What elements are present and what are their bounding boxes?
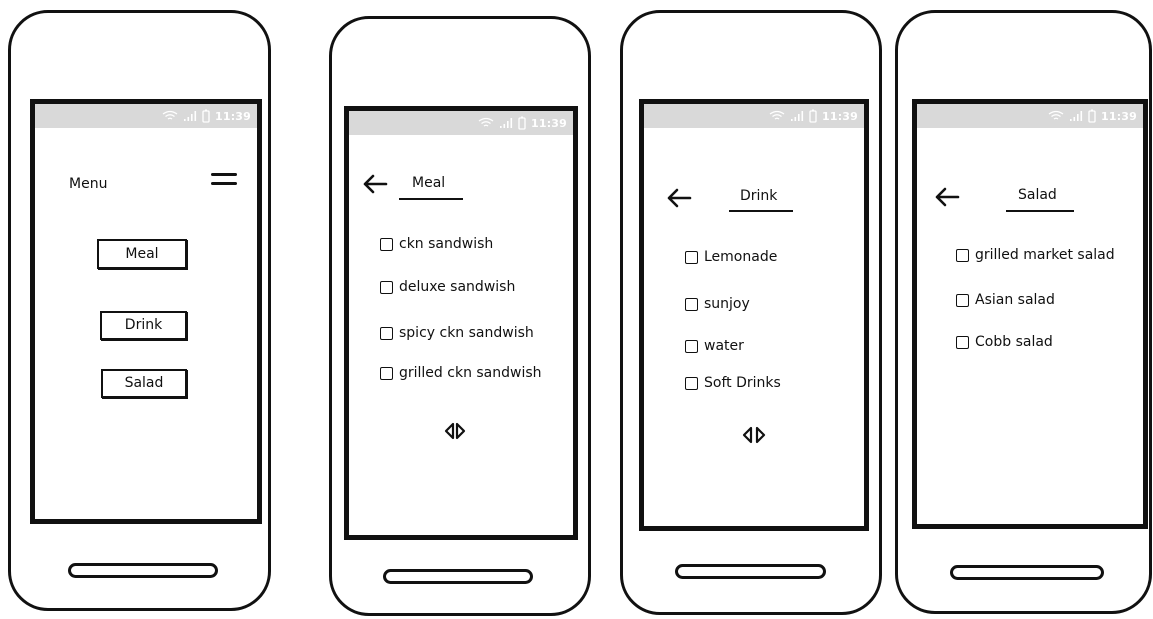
phone-menu: 11:39 Menu Meal Drink Salad (8, 10, 271, 611)
status-bar: 11:39 (644, 104, 864, 128)
signal-icon (1069, 111, 1083, 121)
checkbox[interactable] (380, 366, 393, 380)
signal-icon (183, 111, 197, 121)
list-item-checkbox[interactable]: water (685, 338, 744, 354)
wifi-icon (162, 110, 178, 120)
meal-button[interactable]: Meal (97, 239, 187, 269)
title-underline (1006, 210, 1074, 212)
checkbox[interactable] (685, 339, 698, 353)
list-item-checkbox[interactable]: ckn sandwish (380, 236, 493, 252)
status-bar: 11:39 (917, 104, 1143, 128)
home-button[interactable] (68, 563, 218, 578)
checkbox[interactable] (380, 280, 393, 294)
wifi-icon (1048, 110, 1064, 120)
back-arrow-icon[interactable] (934, 187, 960, 207)
phone-drink: 11:39 Drink Lemonade sunjoy water Soft D… (620, 10, 882, 615)
list-item-checkbox[interactable]: grilled market salad (956, 247, 1115, 263)
checkbox-label: sunjoy (704, 296, 750, 312)
status-time: 11:39 (821, 109, 858, 123)
checkbox-label: Soft Drinks (704, 375, 781, 391)
back-arrow-icon[interactable] (362, 174, 388, 194)
checkbox[interactable] (380, 326, 393, 340)
status-time: 11:39 (1100, 109, 1137, 123)
signal-icon (499, 118, 513, 128)
list-item-checkbox[interactable]: spicy ckn sandwish (380, 325, 534, 341)
wifi-icon (769, 110, 785, 120)
checkbox-label: Cobb salad (975, 334, 1053, 350)
status-bar: 11:39 (349, 111, 573, 135)
battery-icon (1088, 109, 1096, 123)
checkbox-label: grilled ckn sandwish (399, 365, 542, 381)
checkbox-label: ckn sandwish (399, 236, 494, 252)
list-item-checkbox[interactable]: Cobb salad (956, 334, 1053, 350)
screen-drink: 11:39 Drink Lemonade sunjoy water Soft D… (639, 99, 869, 531)
checkbox[interactable] (685, 297, 698, 311)
checkbox[interactable] (685, 376, 698, 390)
checkbox-label: Asian salad (975, 292, 1055, 308)
salad-button[interactable]: Salad (101, 369, 187, 398)
list-item-checkbox[interactable]: Asian salad (956, 292, 1055, 308)
back-arrow-icon[interactable] (666, 188, 692, 208)
list-item-checkbox[interactable]: deluxe sandwish (380, 279, 515, 295)
wifi-icon (478, 117, 494, 127)
checkbox-label: spicy ckn sandwish (399, 325, 534, 341)
battery-icon (202, 109, 210, 123)
phone-meal: 11:39 Meal ckn sandwish deluxe sandwish … (329, 16, 591, 616)
title-underline (729, 210, 793, 212)
screen-salad: 11:39 Salad grilled market salad Asian s… (912, 99, 1148, 529)
checkbox[interactable] (685, 250, 698, 264)
page-title: Salad (1018, 187, 1057, 203)
battery-icon (809, 109, 817, 123)
screen-meal: 11:39 Meal ckn sandwish deluxe sandwish … (344, 106, 578, 540)
prev-next-icon[interactable] (742, 426, 766, 444)
checkbox-label: grilled market salad (975, 247, 1115, 263)
status-bar: 11:39 (35, 104, 257, 128)
list-item-checkbox[interactable]: grilled ckn sandwish (380, 365, 542, 381)
title-underline (399, 198, 463, 200)
checkbox[interactable] (956, 335, 969, 349)
checkbox-label: deluxe sandwish (399, 279, 516, 295)
checkbox[interactable] (956, 293, 969, 307)
page-title: Meal (412, 175, 446, 191)
list-item-checkbox[interactable]: Soft Drinks (685, 375, 781, 391)
list-item-checkbox[interactable]: Lemonade (685, 249, 777, 265)
signal-icon (790, 111, 804, 121)
hamburger-icon[interactable] (211, 173, 237, 187)
status-time: 11:39 (530, 116, 567, 130)
battery-icon (518, 116, 526, 130)
page-title: Menu (69, 176, 108, 192)
checkbox[interactable] (956, 248, 969, 262)
status-time: 11:39 (214, 109, 251, 123)
home-button[interactable] (675, 564, 826, 579)
home-button[interactable] (383, 569, 533, 584)
home-button[interactable] (950, 565, 1104, 580)
checkbox[interactable] (380, 237, 393, 251)
prev-next-icon[interactable] (443, 422, 467, 440)
phone-salad: 11:39 Salad grilled market salad Asian s… (895, 10, 1152, 614)
list-item-checkbox[interactable]: sunjoy (685, 296, 750, 312)
checkbox-label: Lemonade (704, 249, 778, 265)
drink-button[interactable]: Drink (100, 311, 187, 340)
screen-menu: 11:39 Menu Meal Drink Salad (30, 99, 262, 524)
checkbox-label: water (704, 338, 744, 354)
page-title: Drink (740, 188, 778, 204)
